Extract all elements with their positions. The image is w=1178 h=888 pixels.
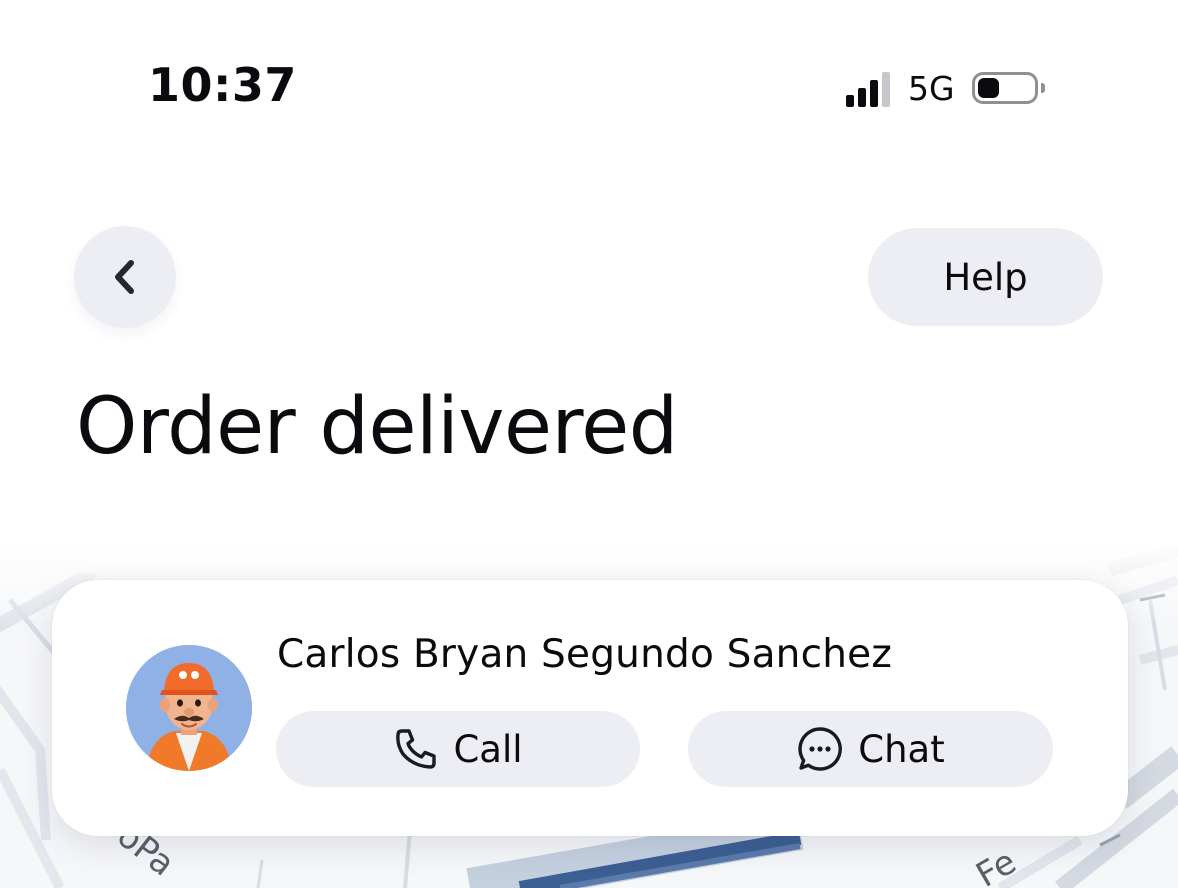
call-button-label: Call (453, 727, 523, 771)
network-type: 5G (908, 68, 955, 108)
page-title: Order delivered (76, 382, 678, 472)
call-button[interactable]: Call (276, 711, 640, 787)
chat-button-label: Chat (858, 727, 945, 771)
courier-card: Carlos Bryan Segundo Sanchez Call Chat (52, 580, 1128, 836)
back-button[interactable] (74, 226, 176, 328)
courier-name: Carlos Bryan Segundo Sanchez (277, 632, 893, 677)
status-bar-time: 10:37 (148, 58, 297, 112)
phone-icon (393, 726, 439, 772)
help-button[interactable]: Help (868, 228, 1103, 326)
status-bar-indicators: 5G (846, 68, 1045, 108)
cellular-signal-icon (846, 71, 890, 107)
avatar (126, 645, 252, 771)
chevron-left-icon (115, 260, 134, 294)
battery-icon (971, 72, 1045, 104)
courier-avatar-image (126, 645, 252, 771)
chat-button[interactable]: Chat (688, 711, 1053, 787)
chat-bubble-icon (796, 725, 844, 773)
